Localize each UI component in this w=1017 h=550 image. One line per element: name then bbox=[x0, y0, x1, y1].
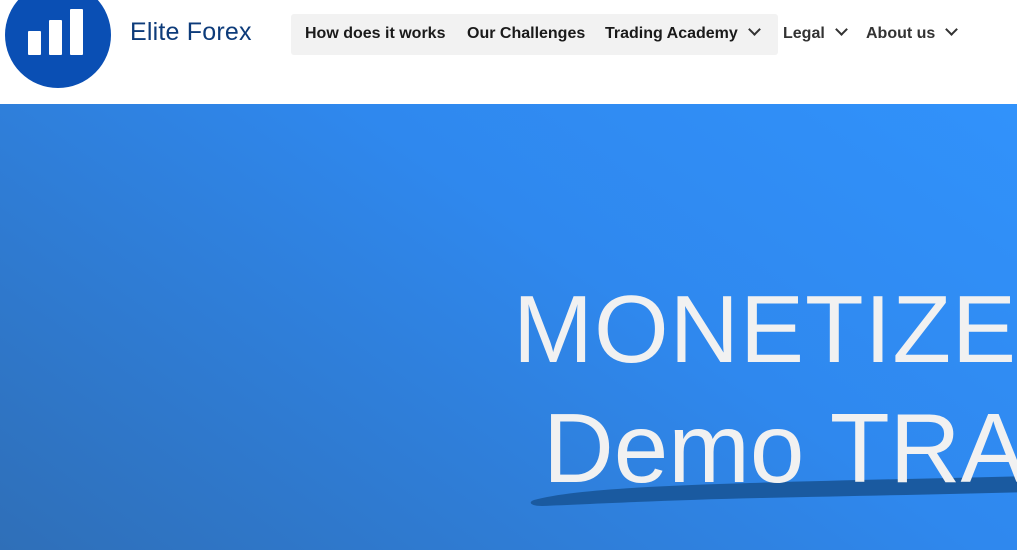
nav-item-how-it-works[interactable]: How does it works bbox=[305, 23, 445, 45]
hero-headline-line-1: MONETIZE bbox=[513, 276, 1017, 383]
hero-headline-line-2: Demo TRA bbox=[543, 393, 1017, 503]
bar-chart-icon-bar-2 bbox=[49, 20, 62, 55]
nav-item-trading-academy[interactable]: Trading Academy bbox=[605, 23, 761, 45]
bar-chart-icon bbox=[28, 31, 41, 55]
site-header: Elite Forex How does it works Our Challe… bbox=[0, 0, 1017, 104]
chevron-down-icon bbox=[747, 23, 761, 36]
chevron-down-icon bbox=[834, 23, 848, 36]
nav-item-label: Trading Academy bbox=[605, 25, 738, 42]
chevron-down-icon bbox=[945, 23, 959, 36]
hero-section: MONETIZE Demo TRA bbox=[0, 104, 1017, 550]
page: Elite Forex How does it works Our Challe… bbox=[0, 0, 1017, 550]
nav-item-our-challenges[interactable]: Our Challenges bbox=[467, 23, 585, 45]
nav-item-label: Legal bbox=[783, 25, 825, 42]
logo-link[interactable] bbox=[5, 0, 111, 88]
nav-item-label: How does it works bbox=[305, 25, 446, 42]
bar-chart-icon-bar-3 bbox=[70, 9, 83, 55]
nav-item-label: Our Challenges bbox=[467, 25, 586, 42]
nav-item-label: About us bbox=[866, 25, 936, 42]
nav-item-legal[interactable]: Legal bbox=[783, 23, 848, 45]
brand-name[interactable]: Elite Forex bbox=[130, 16, 252, 48]
nav-item-about-us[interactable]: About us bbox=[866, 23, 959, 45]
